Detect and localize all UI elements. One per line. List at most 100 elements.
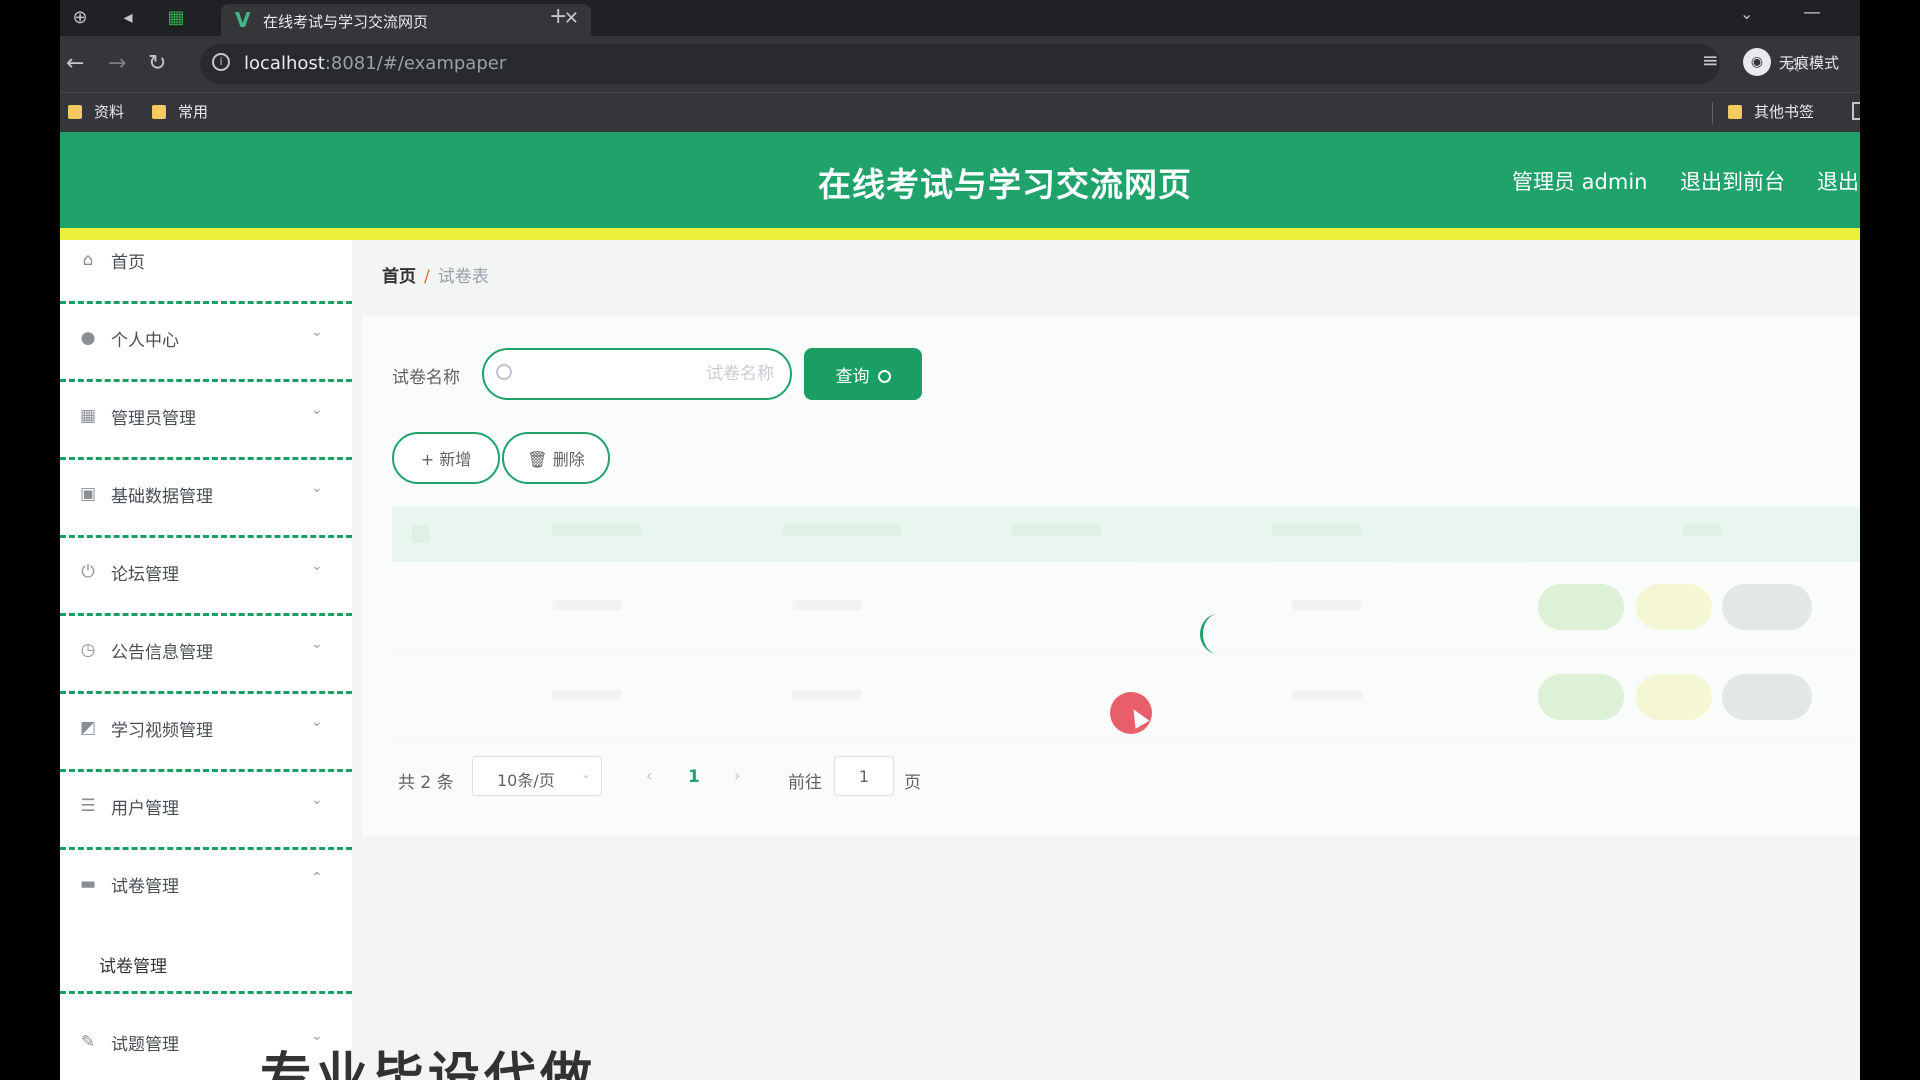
url-field[interactable]: i localhost:8081/#/exampaper ☆ bbox=[200, 44, 1803, 84]
sidebar-subitem-label: 试卷管理 bbox=[99, 957, 167, 977]
main-content: 首页 / 试卷表 试卷名称 查询 + 新增 🗑 删除 bbox=[352, 240, 1860, 1080]
active-tab[interactable]: V 在线考试与学习交流网页 ✕ bbox=[221, 4, 591, 36]
sidebar-item-personal-center[interactable]: ● 个人中心 ⌄ bbox=[60, 304, 352, 382]
sidebar-item-label: 管理员管理 bbox=[111, 409, 196, 429]
column-header bbox=[552, 524, 642, 536]
sidebar-item-label: 用户管理 bbox=[111, 799, 179, 819]
sidebar-item-video[interactable]: ◩ 学习视频管理 ⌄ bbox=[60, 694, 352, 772]
edit-button[interactable] bbox=[1636, 674, 1712, 720]
row-delete-button[interactable] bbox=[1722, 674, 1812, 720]
sidebar-item-label: 论坛管理 bbox=[111, 565, 179, 585]
prev-page-icon[interactable]: ‹ bbox=[646, 766, 652, 785]
search-label: 试卷名称 bbox=[392, 368, 460, 388]
details-button[interactable] bbox=[1538, 674, 1624, 720]
chevron-down-icon: ⌄ bbox=[311, 636, 323, 652]
browser-window: ⊕ ◂ ▦ V 在线考试与学习交流网页 ✕ + ⌄ — ← → ↻ i loca… bbox=[60, 0, 1860, 1080]
home-icon: ⌂ bbox=[82, 250, 94, 270]
table-cell bbox=[552, 600, 622, 610]
sheet-icon[interactable]: ▦ bbox=[164, 6, 188, 30]
sidebar-item-base-data[interactable]: ▣ 基础数据管理 ⌄ bbox=[60, 460, 352, 538]
loading-spinner bbox=[1200, 614, 1236, 654]
sidebar-item-exampaper[interactable]: ▬ 试卷管理 ⌃ bbox=[60, 850, 352, 928]
breadcrumb-separator: / bbox=[424, 267, 430, 287]
clock-icon: ◷ bbox=[80, 640, 96, 660]
watermark-overlay-text: 专业毕设代做 bbox=[260, 1048, 597, 1080]
search-box[interactable] bbox=[482, 348, 792, 400]
chevron-down-icon: ⌄ bbox=[311, 480, 323, 496]
sidebar-item-label: 试题管理 bbox=[111, 1035, 179, 1055]
next-page-icon[interactable]: › bbox=[734, 766, 740, 785]
user-icon: ● bbox=[80, 328, 96, 348]
sidebar-item-forum[interactable]: ⏻ 论坛管理 ⌄ bbox=[60, 538, 352, 616]
sidebar-item-users[interactable]: ☰ 用户管理 ⌄ bbox=[60, 772, 352, 850]
bookmark-folder-1[interactable]: 资料 bbox=[68, 101, 124, 122]
minimize-icon[interactable]: — bbox=[1803, 2, 1821, 23]
reading-list-icon[interactable] bbox=[1852, 102, 1860, 120]
back-icon[interactable]: ← bbox=[66, 50, 84, 78]
logout-link[interactable]: 退出 bbox=[1817, 166, 1859, 196]
media-control-icon[interactable]: ≡ bbox=[1702, 48, 1719, 72]
sidebar: ⌂ 首页 ● 个人中心 ⌄ ▦ 管理员管理 ⌄ ▣ 基础数据管理 ⌄ ⏻ 论坛管… bbox=[60, 240, 352, 1080]
incognito-indicator[interactable]: ◉ 无痕模式 bbox=[1743, 46, 1853, 82]
other-bookmarks[interactable]: 其他书签 bbox=[1728, 101, 1814, 122]
select-all-checkbox[interactable] bbox=[412, 525, 430, 543]
mute-icon[interactable]: ◂ bbox=[116, 6, 140, 30]
chevron-down-icon: ⌄ bbox=[311, 324, 323, 340]
chevron-down-icon: ⌄ bbox=[311, 714, 323, 730]
search-input[interactable] bbox=[524, 360, 774, 388]
reload-icon[interactable]: ↻ bbox=[148, 50, 166, 78]
forward-icon[interactable]: → bbox=[108, 50, 126, 78]
table-cell bbox=[1292, 690, 1362, 700]
incognito-icon: ◉ bbox=[1743, 48, 1771, 76]
chevron-down-icon[interactable]: ⌄ bbox=[1740, 4, 1753, 23]
breadcrumb-home[interactable]: 首页 bbox=[382, 267, 416, 287]
url-text[interactable]: localhost:8081/#/exampaper bbox=[244, 53, 506, 74]
table-row bbox=[392, 562, 1860, 652]
chevron-down-icon: ⌄ bbox=[311, 402, 323, 418]
query-button-label: 查询 bbox=[835, 366, 870, 387]
new-tab-icon[interactable]: + bbox=[549, 4, 567, 29]
url-host: localhost bbox=[244, 53, 325, 74]
current-page[interactable]: 1 bbox=[688, 767, 700, 787]
exit-to-front-link[interactable]: 退出到前台 bbox=[1680, 166, 1785, 196]
search-icon bbox=[496, 364, 512, 380]
page-size-value: 10条/页 bbox=[497, 771, 555, 790]
delete-button[interactable]: 🗑 删除 bbox=[502, 432, 610, 484]
power-icon: ⏻ bbox=[81, 562, 95, 582]
incognito-label: 无痕模式 bbox=[1779, 54, 1840, 72]
bookmark-label: 其他书签 bbox=[1754, 103, 1815, 121]
sidebar-subitem-exampaper[interactable]: 试卷管理 bbox=[60, 930, 352, 994]
edit-icon: ✎ bbox=[80, 1032, 96, 1052]
total-count: 共 2 条 bbox=[398, 773, 454, 793]
breadcrumb-current: 试卷表 bbox=[437, 267, 489, 287]
app-header: 在线考试与学习交流网页 管理员 admin 退出到前台 退出 bbox=[60, 132, 1860, 228]
pagination: 共 2 条 10条/页 ⌄ ‹ 1 › 前往 页 bbox=[392, 756, 1092, 796]
trash-icon: 🗑 bbox=[527, 450, 553, 469]
globe-icon[interactable]: ⊕ bbox=[68, 6, 92, 30]
details-button[interactable] bbox=[1538, 584, 1624, 630]
table-cell bbox=[792, 600, 862, 610]
add-button[interactable]: + 新增 bbox=[392, 432, 500, 484]
row-delete-button[interactable] bbox=[1722, 584, 1812, 630]
page-size-select[interactable]: 10条/页 ⌄ bbox=[472, 756, 602, 796]
breadcrumb: 首页 / 试卷表 bbox=[382, 262, 489, 287]
sidebar-item-admin-management[interactable]: ▦ 管理员管理 ⌄ bbox=[60, 382, 352, 460]
info-icon[interactable]: i bbox=[212, 53, 230, 71]
bookmark-folder-2[interactable]: 常用 bbox=[152, 101, 208, 122]
chevron-down-icon: ⌄ bbox=[311, 792, 323, 808]
sidebar-item-home[interactable]: ⌂ 首页 bbox=[60, 226, 352, 304]
clipboard-icon: ▣ bbox=[79, 484, 97, 504]
sidebar-item-label: 个人中心 bbox=[111, 331, 179, 351]
chart-icon: ◩ bbox=[79, 718, 97, 738]
table-header bbox=[392, 506, 1860, 562]
column-header bbox=[782, 524, 902, 536]
chevron-down-icon: ⌄ bbox=[311, 558, 323, 574]
table-cell bbox=[1292, 600, 1362, 610]
chevron-down-icon: ⌄ bbox=[581, 767, 592, 781]
goto-page-input[interactable] bbox=[834, 756, 894, 796]
sidebar-item-label: 试卷管理 bbox=[111, 877, 179, 897]
folder-icon bbox=[152, 105, 166, 119]
edit-button[interactable] bbox=[1636, 584, 1712, 630]
sidebar-item-notice[interactable]: ◷ 公告信息管理 ⌄ bbox=[60, 616, 352, 694]
query-button[interactable]: 查询 bbox=[804, 348, 922, 400]
